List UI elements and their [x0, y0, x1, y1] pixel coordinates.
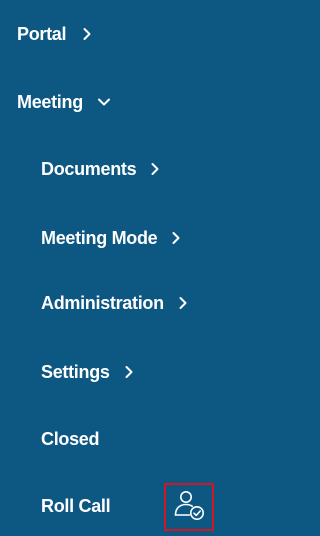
- nav-item-label: Closed: [41, 429, 100, 449]
- chevron-right-icon: [169, 231, 183, 245]
- nav-item-roll-call[interactable]: Roll Call: [41, 495, 111, 517]
- nav-item-portal[interactable]: Portal: [17, 23, 94, 45]
- chevron-right-icon: [148, 162, 162, 176]
- nav-item-closed[interactable]: Closed: [41, 428, 100, 450]
- chevron-right-icon: [122, 365, 136, 379]
- nav-item-label: Meeting Mode: [41, 228, 158, 248]
- chevron-right-icon: [176, 296, 190, 310]
- chevron-down-icon: [97, 95, 111, 109]
- nav-item-label: Documents: [41, 159, 137, 179]
- nav-item-label: Administration: [41, 293, 164, 313]
- nav-item-meeting[interactable]: Meeting: [17, 91, 111, 113]
- nav-item-settings[interactable]: Settings: [41, 361, 136, 383]
- user-check-icon: [172, 488, 206, 527]
- roll-call-icon-button[interactable]: [164, 483, 214, 531]
- nav-item-label: Meeting: [17, 92, 83, 112]
- nav-item-meeting-mode[interactable]: Meeting Mode: [41, 227, 183, 249]
- nav-item-label: Settings: [41, 362, 110, 382]
- nav-item-label: Roll Call: [41, 496, 111, 516]
- chevron-right-icon: [80, 27, 94, 41]
- nav-item-label: Portal: [17, 24, 67, 44]
- nav-item-documents[interactable]: Documents: [41, 158, 162, 180]
- sidebar-nav: Portal Meeting Documents Meeting Mode Ad…: [0, 0, 265, 536]
- nav-item-administration[interactable]: Administration: [41, 292, 190, 314]
